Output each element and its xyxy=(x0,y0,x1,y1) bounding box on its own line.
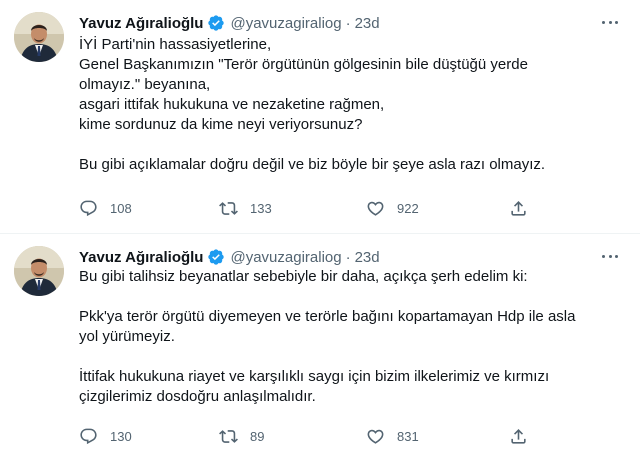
tweet-text-line: olmayız." beyanına, xyxy=(79,76,211,93)
tweet[interactable]: Yavuz Ağıralioğlu @yavuzagiraliog · 23d … xyxy=(0,0,640,234)
tweet-text: Bu gibi talihsiz beyanatlar sebebiyle bi… xyxy=(79,267,620,407)
tweet-header: Yavuz Ağıralioğlu @yavuzagiraliog · 23d xyxy=(79,246,620,268)
share-icon xyxy=(511,200,526,216)
more-options-icon[interactable] xyxy=(600,14,620,30)
retweet-count: 133 xyxy=(250,200,272,216)
tweet-timestamp[interactable]: 23d xyxy=(355,15,380,32)
retweet-button[interactable]: 133 xyxy=(219,199,272,218)
author-handle[interactable]: @yavuzagiraliog xyxy=(230,15,341,32)
separator-dot: · xyxy=(345,14,351,32)
tweet-text-line: Pkk'ya terör örgütü diyemeyen ve terörle… xyxy=(79,308,576,325)
separator-dot: · xyxy=(345,248,351,266)
like-button[interactable]: 831 xyxy=(366,427,419,446)
author-handle[interactable]: @yavuzagiraliog xyxy=(230,249,341,266)
retweet-icon xyxy=(219,429,238,443)
like-count: 831 xyxy=(397,428,419,444)
share-button[interactable] xyxy=(509,427,528,446)
share-button[interactable] xyxy=(509,199,528,218)
author-name[interactable]: Yavuz Ağıralioğlu xyxy=(79,249,203,266)
tweet-text-line: kime sordunuz da kime neyi veriyorsunuz? xyxy=(79,116,363,133)
author-name[interactable]: Yavuz Ağıralioğlu xyxy=(79,15,203,32)
tweet-actions: 108 133 922 xyxy=(79,196,539,220)
like-count: 922 xyxy=(397,200,419,216)
reply-count: 108 xyxy=(110,200,132,216)
tweet-text-line: İttifak hukukuna riayet ve karşılıklı sa… xyxy=(79,368,550,385)
tweet-text-line: asgari ittifak hukukuna ve nezaketine ra… xyxy=(79,96,385,113)
avatar-photo xyxy=(14,12,64,62)
tweet-text-line: yol yürümeyiz. xyxy=(79,328,175,345)
like-button[interactable]: 922 xyxy=(366,199,419,218)
reply-button[interactable]: 130 xyxy=(79,427,132,446)
avatar[interactable] xyxy=(14,12,64,62)
verified-badge-icon xyxy=(207,248,225,266)
retweet-icon xyxy=(219,201,238,215)
tweet-text-line: çizgilerimiz dosdoğru anlaşılmalıdır. xyxy=(79,388,316,405)
tweet[interactable]: Yavuz Ağıralioğlu @yavuzagiraliog · 23d … xyxy=(0,234,640,462)
retweet-button[interactable]: 89 xyxy=(219,427,264,446)
reply-count: 130 xyxy=(110,428,132,444)
reply-icon xyxy=(80,200,97,216)
tweet-text-line: Bu gibi talihsiz beyanatlar sebebiyle bi… xyxy=(79,268,528,285)
reply-icon xyxy=(80,428,97,444)
tweet-text-line: Bu gibi açıklamalar doğru değil ve biz b… xyxy=(79,156,546,173)
tweet-text-line: İYİ Parti'nin hassasiyetlerine, xyxy=(79,36,272,53)
tweet-header: Yavuz Ağıralioğlu @yavuzagiraliog · 23d xyxy=(79,12,620,34)
tweet-actions: 130 89 831 xyxy=(79,424,539,448)
tweet-text: İYİ Parti'nin hassasiyetlerine, Genel Ba… xyxy=(79,35,620,175)
verified-badge-icon xyxy=(207,14,225,32)
tweet-timestamp[interactable]: 23d xyxy=(355,249,380,266)
avatar-photo xyxy=(14,246,64,296)
tweet-timeline: Yavuz Ağıralioğlu @yavuzagiraliog · 23d … xyxy=(0,0,640,462)
tweet-text-line: Genel Başkanımızın "Terör örgütünün gölg… xyxy=(79,56,528,73)
heart-icon xyxy=(367,429,384,444)
retweet-count: 89 xyxy=(250,428,265,444)
more-options-icon[interactable] xyxy=(600,248,620,264)
share-icon xyxy=(511,428,526,444)
heart-icon xyxy=(367,201,384,216)
reply-button[interactable]: 108 xyxy=(79,199,132,218)
avatar[interactable] xyxy=(14,246,64,296)
